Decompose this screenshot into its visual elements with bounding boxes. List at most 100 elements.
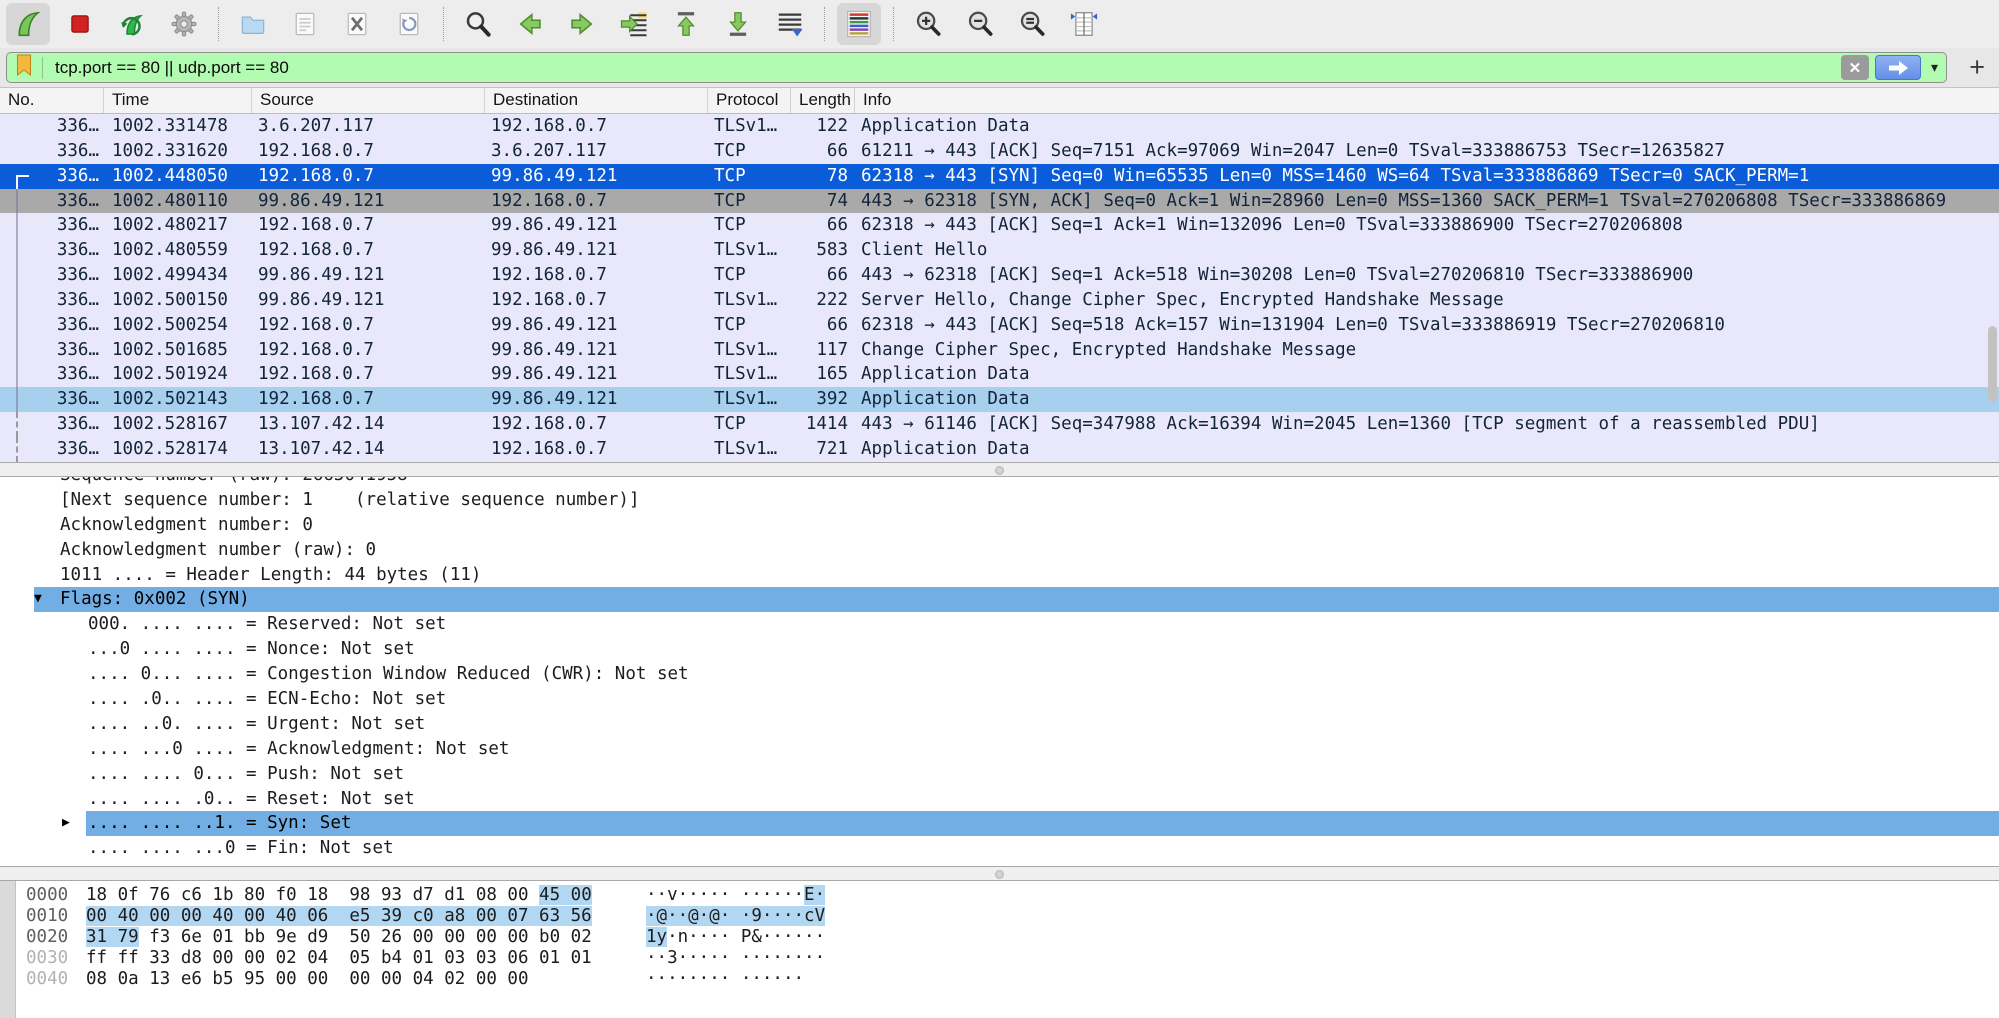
zoom-in-button[interactable] bbox=[906, 3, 950, 45]
detail-line[interactable]: ...0 .... .... = Nonce: Not set bbox=[0, 637, 1999, 662]
close-capture-file-button[interactable] bbox=[335, 3, 379, 45]
detail-line[interactable]: .... .... .0.. = Reset: Not set bbox=[0, 787, 1999, 812]
colorize-packets-button[interactable] bbox=[837, 3, 881, 45]
expander-triangle-icon[interactable] bbox=[34, 513, 60, 538]
packet-row[interactable]: 336… 1002.500254 192.168.0.7 99.86.49.12… bbox=[0, 313, 1999, 338]
hex-offset: 0000 bbox=[26, 885, 74, 906]
detail-line[interactable]: Acknowledgment number: 0 bbox=[0, 513, 1999, 538]
bookmark-icon[interactable] bbox=[15, 54, 33, 81]
detail-line[interactable]: .... ..0. .... = Urgent: Not set bbox=[0, 712, 1999, 737]
packet-row[interactable]: 336… 1002.480559 192.168.0.7 99.86.49.12… bbox=[0, 238, 1999, 263]
splitter-list-details[interactable] bbox=[0, 462, 1999, 477]
column-header[interactable]: Length bbox=[791, 88, 855, 113]
expander-triangle-icon[interactable] bbox=[62, 612, 88, 637]
go-to-packet-button[interactable] bbox=[612, 3, 656, 45]
packet-row[interactable]: 336… 1002.501685 192.168.0.7 99.86.49.12… bbox=[0, 338, 1999, 363]
go-first-packet-button[interactable] bbox=[664, 3, 708, 45]
detail-line[interactable]: .... .0.. .... = ECN-Echo: Not set bbox=[0, 687, 1999, 712]
hex-row[interactable]: 0000 18 0f 76 c6 1b 80 f0 18 98 93 d7 d1… bbox=[0, 885, 1999, 906]
cell-length: 721 bbox=[791, 437, 855, 462]
hex-row[interactable]: 0040 08 0a 13 e6 b5 95 00 00 00 00 04 02… bbox=[0, 969, 1999, 990]
detail-line[interactable]: .... 0... .... = Congestion Window Reduc… bbox=[0, 662, 1999, 687]
cell-no: 336… bbox=[0, 213, 104, 238]
stop-capture-button[interactable] bbox=[58, 3, 102, 45]
expander-triangle-icon[interactable] bbox=[34, 477, 60, 488]
expander-triangle-icon[interactable]: ▶ bbox=[62, 811, 88, 836]
zoom-out-button[interactable] bbox=[958, 3, 1002, 45]
hex-ascii: ········ ······ bbox=[646, 969, 804, 990]
hex-row[interactable]: 0020 31 79 f3 6e 01 bb 9e d9 50 26 00 00… bbox=[0, 927, 1999, 948]
packet-row[interactable]: 336… 1002.528174 13.107.42.14 192.168.0.… bbox=[0, 437, 1999, 462]
detail-line[interactable]: .... .... 0... = Push: Not set bbox=[0, 762, 1999, 787]
filter-add-button[interactable]: + bbox=[1969, 50, 1985, 84]
auto-scroll-button[interactable] bbox=[768, 3, 812, 45]
packet-row[interactable]: 336… 1002.448050 192.168.0.7 99.86.49.12… bbox=[0, 164, 1999, 189]
expander-triangle-icon[interactable] bbox=[62, 737, 88, 762]
cell-length: 66 bbox=[791, 263, 855, 288]
expander-triangle-icon[interactable] bbox=[34, 563, 60, 588]
go-last-packet-button[interactable] bbox=[716, 3, 760, 45]
expander-triangle-icon[interactable] bbox=[62, 787, 88, 812]
hex-ascii: ·@··@·@· ·9····cV bbox=[646, 906, 825, 927]
reload-capture-file-button[interactable] bbox=[387, 3, 431, 45]
packet-row[interactable]: 336… 1002.480110 99.86.49.121 192.168.0.… bbox=[0, 189, 1999, 214]
expander-triangle-icon[interactable]: ▼ bbox=[34, 587, 60, 612]
column-header[interactable]: Destination bbox=[485, 88, 708, 113]
detail-line[interactable]: [Next sequence number: 1 (relative seque… bbox=[0, 488, 1999, 513]
display-filter-input[interactable]: tcp.port == 80 || udp.port == 80 ✕ ▾ bbox=[6, 52, 1947, 83]
packet-row[interactable]: 336… 1002.499434 99.86.49.121 192.168.0.… bbox=[0, 263, 1999, 288]
packet-row[interactable]: 336… 1002.501924 192.168.0.7 99.86.49.12… bbox=[0, 362, 1999, 387]
zoom-reset-button[interactable] bbox=[1010, 3, 1054, 45]
cell-length: 392 bbox=[791, 387, 855, 412]
expander-triangle-icon[interactable] bbox=[62, 637, 88, 662]
packet-row[interactable]: 336… 1002.500150 99.86.49.121 192.168.0.… bbox=[0, 288, 1999, 313]
detail-line[interactable]: .... ...0 .... = Acknowledgment: Not set bbox=[0, 737, 1999, 762]
detail-line[interactable]: 1011 .... = Header Length: 44 bytes (11) bbox=[0, 563, 1999, 588]
filter-expression-text[interactable]: tcp.port == 80 || udp.port == 80 bbox=[55, 58, 1841, 78]
column-header[interactable]: No. bbox=[0, 88, 104, 113]
expander-triangle-icon[interactable] bbox=[34, 538, 60, 563]
go-forward-button[interactable] bbox=[560, 3, 604, 45]
packet-row[interactable]: 336… 1002.331478 3.6.207.117 192.168.0.7… bbox=[0, 114, 1999, 139]
bytes-pane-gutter bbox=[0, 881, 16, 1018]
column-header[interactable]: Protocol bbox=[708, 88, 791, 113]
restart-capture-button[interactable] bbox=[110, 3, 154, 45]
column-header[interactable]: Source bbox=[252, 88, 485, 113]
filter-clear-button[interactable]: ✕ bbox=[1841, 55, 1869, 80]
cell-source: 192.168.0.7 bbox=[252, 238, 485, 263]
packet-row[interactable]: 336… 1002.480217 192.168.0.7 99.86.49.12… bbox=[0, 213, 1999, 238]
expander-triangle-icon[interactable] bbox=[62, 662, 88, 687]
expander-triangle-icon[interactable] bbox=[62, 762, 88, 787]
packet-row[interactable]: 336… 1002.331620 192.168.0.7 3.6.207.117… bbox=[0, 139, 1999, 164]
start-capture-button[interactable] bbox=[6, 3, 50, 45]
detail-line[interactable]: Acknowledgment number (raw): 0 bbox=[0, 538, 1999, 563]
packet-list-scrollbar-thumb[interactable] bbox=[1988, 326, 1997, 402]
resize-columns-button[interactable] bbox=[1062, 3, 1106, 45]
detail-line[interactable]: 000. .... .... = Reserved: Not set bbox=[0, 612, 1999, 637]
cell-length: 74 bbox=[791, 189, 855, 214]
expander-triangle-icon[interactable] bbox=[62, 687, 88, 712]
filter-apply-button[interactable] bbox=[1875, 55, 1921, 80]
find-packet-button[interactable] bbox=[456, 3, 500, 45]
hex-selected-bytes: 45 00 bbox=[539, 885, 592, 905]
save-capture-file-button[interactable] bbox=[283, 3, 327, 45]
filter-dropdown-caret[interactable]: ▾ bbox=[1931, 59, 1938, 76]
open-capture-file-button[interactable] bbox=[231, 3, 275, 45]
column-header[interactable]: Time bbox=[104, 88, 252, 113]
expander-triangle-icon[interactable] bbox=[62, 836, 88, 861]
splitter-details-bytes[interactable] bbox=[0, 866, 1999, 881]
packet-row[interactable]: 336… 1002.502143 192.168.0.7 99.86.49.12… bbox=[0, 387, 1999, 412]
detail-line[interactable]: Sequence number (raw): 2665041958 bbox=[0, 477, 1999, 488]
expander-triangle-icon[interactable] bbox=[62, 712, 88, 737]
expander-triangle-icon[interactable] bbox=[34, 488, 60, 513]
detail-line[interactable]: .... .... ...0 = Fin: Not set bbox=[0, 836, 1999, 861]
hex-row[interactable]: 0010 00 40 00 00 40 00 40 06 e5 39 c0 a8… bbox=[0, 906, 1999, 927]
go-back-button[interactable] bbox=[508, 3, 552, 45]
capture-options-button[interactable] bbox=[162, 3, 206, 45]
hex-row[interactable]: 0030 ff ff 33 d8 00 00 02 04 05 b4 01 03… bbox=[0, 948, 1999, 969]
column-header[interactable]: Info bbox=[855, 88, 1999, 113]
packet-list-pane: No.TimeSourceDestinationProtocolLengthIn… bbox=[0, 88, 1999, 462]
detail-line[interactable]: ▶ .... .... ..1. = Syn: Set bbox=[0, 811, 1999, 836]
detail-line[interactable]: ▼ Flags: 0x002 (SYN) bbox=[0, 587, 1999, 612]
packet-row[interactable]: 336… 1002.528167 13.107.42.14 192.168.0.… bbox=[0, 412, 1999, 437]
